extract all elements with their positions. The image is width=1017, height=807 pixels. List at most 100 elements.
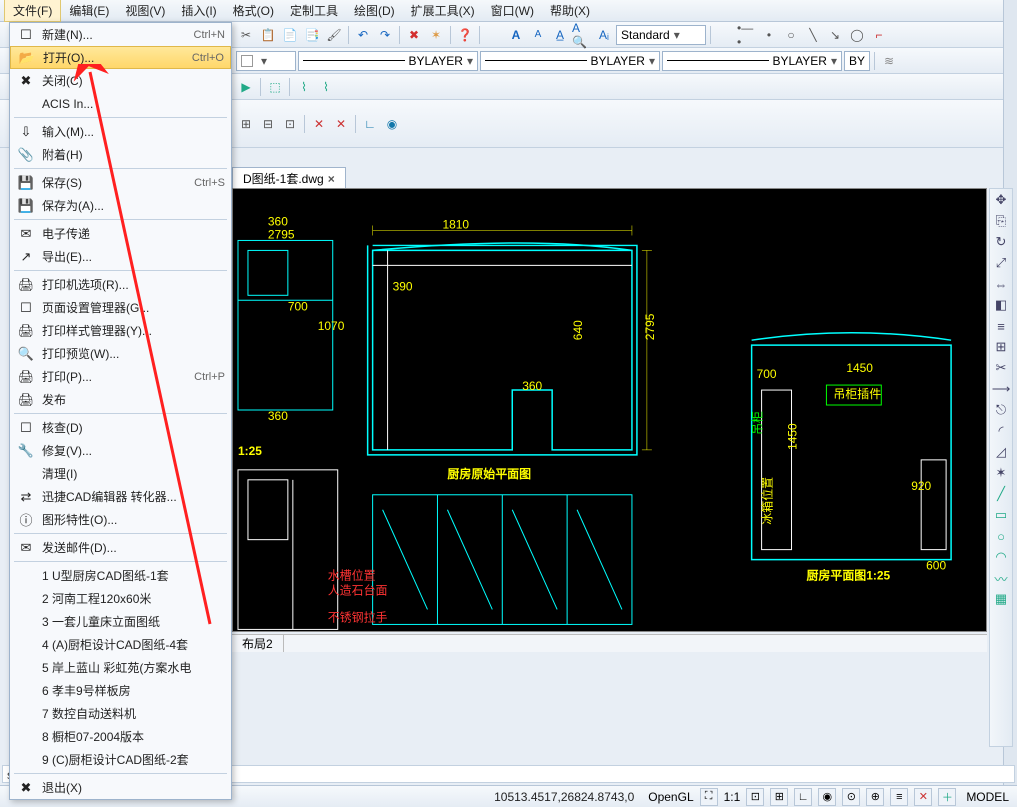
rt-line-icon[interactable]: ╱ — [992, 485, 1010, 503]
globe-icon[interactable]: ◉ — [382, 114, 402, 134]
paste-special-icon[interactable]: 📑 — [302, 25, 322, 45]
menu-3[interactable]: 插入(I) — [173, 0, 224, 21]
copy-icon[interactable]: 📋 — [258, 25, 278, 45]
rt-break-icon[interactable]: ⎋ — [992, 401, 1010, 419]
osnap-toggle[interactable]: ⊙ — [842, 788, 860, 806]
bylayer-short-combo[interactable]: BY — [844, 51, 870, 71]
brush-icon[interactable]: 🖌 — [324, 25, 344, 45]
file-menu-item-11[interactable]: ✉电子传递 — [10, 222, 231, 245]
file-menu-item-30[interactable]: 2 河南工程120x60米 — [10, 587, 231, 610]
help-icon[interactable]: ❓ — [455, 25, 475, 45]
layer-icon[interactable]: ≋ — [879, 51, 899, 71]
rt-arc-icon[interactable]: ◠ — [992, 548, 1010, 566]
menu-7[interactable]: 扩展工具(X) — [403, 0, 483, 21]
file-menu-item-31[interactable]: 3 一套儿童床立面图纸 — [10, 610, 231, 633]
rt-chamfer-icon[interactable]: ◿ — [992, 443, 1010, 461]
file-menu-item-36[interactable]: 8 橱柜07-2004版本 — [10, 725, 231, 748]
lwt-toggle[interactable]: ≡ — [890, 788, 908, 806]
rt-scale-icon[interactable]: ⤢ — [992, 254, 1010, 272]
rt-pline-icon[interactable]: 〰 — [992, 569, 1010, 587]
rt-stretch-icon[interactable]: ⇔ — [992, 275, 1010, 293]
rt-trim-icon[interactable]: ✂ — [992, 359, 1010, 377]
linetype-combo[interactable]: BYLAYER▾ — [298, 51, 478, 71]
grid3-icon[interactable]: ⊡ — [280, 114, 300, 134]
file-menu-item-14[interactable]: 🖨打印机选项(R)... — [10, 273, 231, 296]
layout-tab[interactable]: 布局2 — [232, 635, 284, 652]
snap1-icon[interactable]: ✕ — [309, 114, 329, 134]
cut-icon[interactable]: ✂ — [236, 25, 256, 45]
file-menu-item-1[interactable]: 📂打开(O)...Ctrl+O — [10, 46, 231, 69]
status-scale-icon[interactable]: ⛶ — [700, 788, 718, 806]
file-menu-item-33[interactable]: 5 岸上蓝山 彩虹苑(方案水电 — [10, 656, 231, 679]
text-a1-icon[interactable]: A — [506, 25, 526, 45]
undo-icon[interactable]: ↶ — [353, 25, 373, 45]
document-tab[interactable]: D图纸-1套.dwg × — [232, 167, 346, 189]
snap2-icon[interactable]: ✕ — [331, 114, 351, 134]
rt-explode-icon[interactable]: ✶ — [992, 464, 1010, 482]
redo-icon[interactable]: ↷ — [375, 25, 395, 45]
dyn-toggle[interactable]: ✕ — [914, 788, 932, 806]
snap-toggle[interactable]: ⊡ — [746, 788, 764, 806]
file-menu-item-29[interactable]: 1 U型厨房CAD图纸-1套 — [10, 564, 231, 587]
file-menu-item-21[interactable]: ☐核查(D) — [10, 416, 231, 439]
rt-rotate-icon[interactable]: ↻ — [992, 233, 1010, 251]
menu-2[interactable]: 视图(V) — [117, 0, 173, 21]
rt-hatch-icon[interactable]: ▦ — [992, 590, 1010, 608]
lineweight-combo[interactable]: BYLAYER▾ — [480, 51, 660, 71]
file-menu-item-19[interactable]: 🖨发布 — [10, 388, 231, 411]
grid-toggle[interactable]: ⊞ — [770, 788, 788, 806]
text-style-combo[interactable]: Standard▾ — [616, 25, 706, 45]
text-style-icon[interactable]: Aᵢ — [594, 25, 614, 45]
text-find-icon[interactable]: A🔍 — [572, 25, 592, 45]
rt-move-icon[interactable]: ✥ — [992, 191, 1010, 209]
run-icon[interactable]: ▶ — [236, 77, 256, 97]
text-edit-icon[interactable]: A̲ — [550, 25, 570, 45]
rt-array-icon[interactable]: ⊞ — [992, 338, 1010, 356]
file-menu-item-18[interactable]: 🖨打印(P)...Ctrl+P — [10, 365, 231, 388]
color-combo[interactable]: ▾ — [236, 51, 296, 71]
menu-4[interactable]: 格式(O) — [225, 0, 282, 21]
file-menu-item-32[interactable]: 4 (A)厨柜设计CAD图纸-4套 — [10, 633, 231, 656]
file-menu-item-2[interactable]: ✖关闭(C) — [10, 69, 231, 92]
file-menu-item-16[interactable]: 🖨打印样式管理器(Y)... — [10, 319, 231, 342]
file-menu-item-0[interactable]: ☐新建(N)...Ctrl+N — [10, 23, 231, 46]
file-menu-item-27[interactable]: ✉发送邮件(D)... — [10, 536, 231, 559]
ray-tool-icon[interactable]: ↘ — [825, 25, 845, 45]
delete-icon[interactable]: ✖ — [404, 25, 424, 45]
point1-icon[interactable]: •—• — [737, 25, 757, 45]
file-menu-item-35[interactable]: 7 数控自动送料机 — [10, 702, 231, 725]
polar-toggle[interactable]: ◉ — [818, 788, 836, 806]
file-menu-item-17[interactable]: 🔍打印预览(W)... — [10, 342, 231, 365]
wave2-icon[interactable]: ⌇ — [316, 77, 336, 97]
grid1-icon[interactable]: ⊞ — [236, 114, 256, 134]
file-menu-item-15[interactable]: ☐页面设置管理器(G... — [10, 296, 231, 319]
file-menu-item-3[interactable]: ACIS In... — [10, 92, 231, 115]
drawing-canvas[interactable]: 360 2795 700 1070 360 1:25 1810 640 390 … — [232, 188, 987, 632]
file-menu-item-12[interactable]: ↗导出(E)... — [10, 245, 231, 268]
block-icon[interactable]: ⬚ — [265, 77, 285, 97]
rt-extend-icon[interactable]: ⟶ — [992, 380, 1010, 398]
rt-mirror-icon[interactable]: ◧ — [992, 296, 1010, 314]
wave1-icon[interactable]: ⌇ — [294, 77, 314, 97]
rt-rect-icon[interactable]: ▭ — [992, 506, 1010, 524]
menu-8[interactable]: 窗口(W) — [483, 0, 542, 21]
file-menu-item-25[interactable]: ⓘ图形特性(O)... — [10, 508, 231, 531]
plotstyle-combo[interactable]: BYLAYER▾ — [662, 51, 842, 71]
file-menu-item-39[interactable]: ✖退出(X) — [10, 776, 231, 799]
menu-1[interactable]: 编辑(E) — [61, 0, 117, 21]
otrack-toggle[interactable]: ⊕ — [866, 788, 884, 806]
rt-circle-icon[interactable]: ○ — [992, 527, 1010, 545]
file-menu-item-5[interactable]: ⇩输入(M)... — [10, 120, 231, 143]
menu-0[interactable]: 文件(F) — [4, 0, 61, 22]
grid2-icon[interactable]: ⊟ — [258, 114, 278, 134]
ellipse-tool-icon[interactable]: ◯ — [847, 25, 867, 45]
point2-icon[interactable]: • — [759, 25, 779, 45]
paste-icon[interactable]: 📄 — [280, 25, 300, 45]
circle-tool-icon[interactable]: ○ — [781, 25, 801, 45]
plus-toggle[interactable]: ＋ — [938, 788, 956, 806]
menu-6[interactable]: 绘图(D) — [346, 0, 403, 21]
menu-9[interactable]: 帮助(X) — [542, 0, 598, 21]
close-icon[interactable]: × — [328, 172, 335, 186]
file-menu-item-37[interactable]: 9 (C)厨柜设计CAD图纸-2套 — [10, 748, 231, 771]
file-menu-item-6[interactable]: 📎附着(H) — [10, 143, 231, 166]
